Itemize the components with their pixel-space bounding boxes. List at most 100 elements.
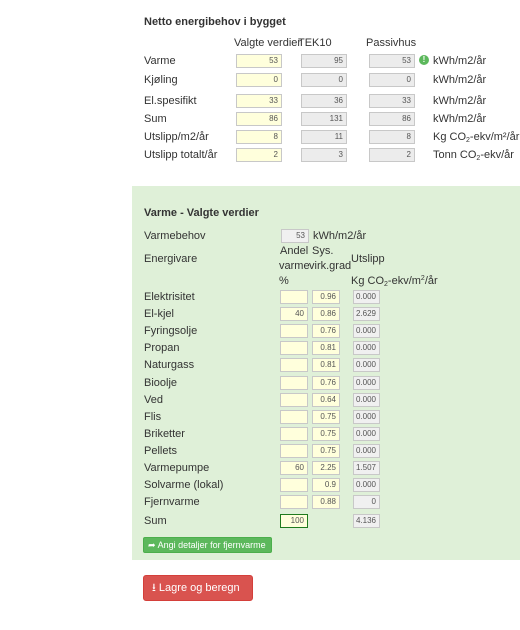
heat-sum-label: Sum — [144, 515, 167, 527]
net-selected-input[interactable]: 33 — [236, 94, 282, 108]
net-tek10-value: 3 — [301, 148, 347, 162]
net-passive-value: 53 — [369, 54, 415, 68]
col-selected-header: Valgte verdier — [234, 37, 302, 49]
heat-efficiency-input[interactable]: 0.76 — [312, 324, 340, 339]
eff-header-line2: virk.grad — [309, 260, 352, 272]
info-icon[interactable]: ! — [419, 55, 429, 65]
net-energy-title: Netto energibehov i bygget — [144, 16, 286, 28]
district-heating-details-button[interactable]: ➦ Angi detaljer for fjernvarme — [143, 537, 272, 553]
heat-efficiency-input[interactable]: 0.64 — [312, 392, 340, 407]
net-selected-input[interactable]: 8 — [236, 130, 282, 144]
heat-efficiency-input[interactable]: 0.86 — [312, 307, 340, 322]
net-row-unit: Tonn CO2-ekv/år — [433, 149, 514, 162]
heat-row-label: Fjernvarme — [144, 496, 200, 509]
net-row-unit: kWh/m2/år — [433, 74, 487, 86]
heat-share-input[interactable]: 60 — [280, 461, 308, 475]
net-row-label: Utslipp/m2/år — [144, 131, 209, 143]
save-and-calculate-label: Lagre og beregn — [158, 582, 240, 594]
net-passive-value: 2 — [369, 148, 415, 162]
net-tek10-value: 95 — [301, 54, 347, 68]
heat-emission-value: 0.000 — [353, 375, 380, 390]
heat-title: Varme - Valgte verdier — [144, 207, 259, 219]
net-row-label: El.spesifikt — [144, 95, 197, 107]
heat-row-label: Fyringsolje — [144, 325, 198, 338]
heat-efficiency-input[interactable]: 0.88 — [312, 495, 340, 510]
share-header-line3: % — [279, 275, 289, 287]
carrier-header: Energivare — [144, 253, 198, 265]
heat-efficiency-input[interactable]: 0.81 — [312, 341, 340, 356]
net-passive-value: 0 — [369, 73, 415, 87]
heat-row-label: Solvarme (lokal) — [144, 479, 224, 492]
net-row-label: Sum — [144, 113, 167, 125]
net-row-unit: kWh/m2/år — [433, 113, 487, 125]
heat-efficiency-input[interactable]: 0.75 — [312, 443, 340, 458]
heat-row-label: Propan — [144, 342, 180, 355]
net-row-unit: kWh/m2/år — [433, 55, 487, 67]
col-passive-header: Passivhus — [366, 37, 417, 49]
net-tek10-value: 131 — [301, 112, 347, 126]
net-row-label: Varme — [144, 55, 176, 67]
net-selected-input[interactable]: 2 — [236, 148, 282, 162]
share-header-line1: Andel — [280, 245, 309, 257]
heat-share-input[interactable] — [280, 409, 308, 424]
heat-efficiency-input[interactable]: 0.81 — [312, 358, 340, 373]
net-tek10-value: 11 — [301, 130, 347, 144]
save-and-calculate-button[interactable]: ⭳ Lagre og beregn — [143, 575, 253, 601]
heat-emission-value: 0.000 — [353, 409, 380, 424]
net-selected-input[interactable]: 0 — [236, 73, 282, 87]
heat-sum-emission: 4.136 — [353, 514, 380, 528]
heat-share-input[interactable] — [280, 443, 308, 458]
heat-emission-value: 0.000 — [353, 290, 380, 304]
heat-row-label: Bioolje — [144, 376, 178, 389]
heat-row-label: El-kjel — [144, 308, 174, 321]
emis-header-line1: Utslipp — [351, 253, 385, 265]
heat-emission-value: 0.000 — [353, 392, 380, 407]
heat-sum-share[interactable]: 100 — [280, 514, 308, 528]
heat-share-input[interactable]: 40 — [280, 307, 308, 322]
net-row-unit: kWh/m2/år — [433, 95, 487, 107]
heat-share-input[interactable] — [280, 495, 308, 510]
net-selected-input[interactable]: 86 — [236, 112, 282, 126]
heat-demand-unit: kWh/m2/år — [313, 230, 367, 242]
heat-emission-value: 0.000 — [353, 478, 380, 493]
net-tek10-value: 0 — [301, 73, 347, 87]
heat-share-input[interactable] — [280, 426, 308, 441]
net-passive-value: 8 — [369, 130, 415, 144]
share-arrow-icon: ➦ — [148, 540, 156, 550]
heat-share-input[interactable] — [280, 290, 308, 304]
heat-efficiency-input[interactable]: 0.96 — [312, 290, 340, 304]
net-row-unit: Kg CO2-ekv/m²/år — [433, 131, 520, 144]
heat-demand-value: 53 — [281, 229, 309, 243]
heat-efficiency-input[interactable]: 0.76 — [312, 375, 340, 390]
heat-share-input[interactable] — [280, 375, 308, 390]
heat-emission-value: 0.000 — [353, 341, 380, 356]
net-passive-value: 33 — [369, 94, 415, 108]
heat-emission-value: 1.507 — [353, 461, 380, 475]
heat-efficiency-input[interactable]: 0.9 — [312, 478, 340, 493]
download-icon: ⭳ — [152, 582, 156, 594]
net-selected-input[interactable]: 53 — [236, 54, 282, 68]
share-header-line2: varme — [279, 260, 310, 272]
heat-share-input[interactable] — [280, 392, 308, 407]
heat-emission-value: 0.000 — [353, 426, 380, 441]
heat-share-input[interactable] — [280, 358, 308, 373]
net-row-label: Kjøling — [144, 74, 178, 86]
heat-share-input[interactable] — [280, 478, 308, 493]
heat-demand-label: Varmebehov — [144, 230, 206, 242]
net-row-label: Utslipp totalt/år — [144, 149, 218, 161]
eff-header-line1: Sys. — [312, 245, 334, 257]
heat-emission-value: 0.000 — [353, 324, 380, 339]
heat-emission-value: 0.000 — [353, 358, 380, 373]
heat-share-input[interactable] — [280, 341, 308, 356]
heat-emission-value: 0.000 — [353, 443, 380, 458]
heat-share-input[interactable] — [280, 324, 308, 339]
heat-efficiency-input[interactable]: 2.25 — [312, 461, 340, 475]
heat-efficiency-input[interactable]: 0.75 — [312, 426, 340, 441]
emis-header-line2: Kg CO2-ekv/m2/år — [351, 275, 438, 288]
col-tek10-header: TEK10 — [298, 37, 332, 49]
heat-emission-value: 0 — [353, 495, 380, 510]
net-passive-value: 86 — [369, 112, 415, 126]
heat-efficiency-input[interactable]: 0.75 — [312, 409, 340, 424]
heat-emission-value: 2.629 — [353, 307, 380, 322]
heat-row-label: Elektrisitet — [144, 291, 195, 303]
